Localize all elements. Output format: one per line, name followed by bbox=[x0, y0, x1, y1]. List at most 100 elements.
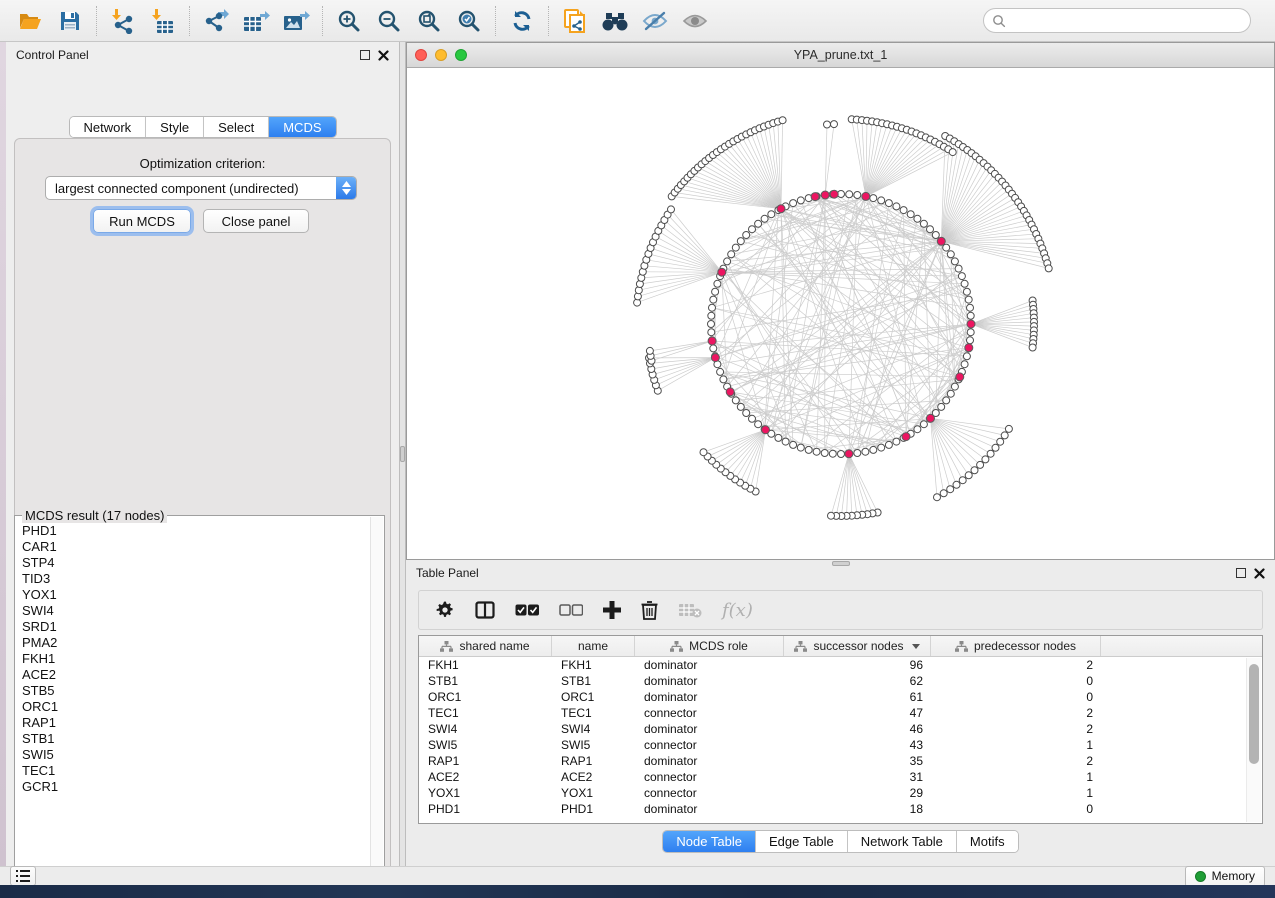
graph-node[interactable] bbox=[932, 232, 939, 239]
graph-node[interactable] bbox=[846, 191, 853, 198]
graph-leaf-node[interactable] bbox=[940, 490, 947, 497]
graph-hub-node[interactable] bbox=[708, 337, 716, 345]
graph-node[interactable] bbox=[710, 296, 717, 303]
splitter-handle[interactable] bbox=[400, 446, 405, 462]
graph-node[interactable] bbox=[755, 220, 762, 227]
network-titlebar[interactable]: YPA_prune.txt_1 bbox=[407, 43, 1274, 68]
table-row[interactable]: SWI5SWI5connector431 bbox=[419, 737, 1262, 753]
zoom-fit-icon[interactable] bbox=[409, 4, 449, 38]
graph-leaf-node[interactable] bbox=[700, 449, 707, 456]
task-history-button[interactable] bbox=[10, 866, 36, 886]
tab-select[interactable]: Select bbox=[204, 117, 269, 137]
graph-hub-node[interactable] bbox=[845, 450, 853, 458]
import-network-icon[interactable] bbox=[103, 4, 143, 38]
graph-node[interactable] bbox=[958, 273, 965, 280]
network-canvas[interactable] bbox=[407, 68, 1274, 559]
export-table-icon[interactable] bbox=[236, 4, 276, 38]
graph-node[interactable] bbox=[749, 415, 756, 422]
graph-leaf-node[interactable] bbox=[965, 472, 972, 479]
optimization-criterion-dropdown[interactable]: largest connected component (undirected) bbox=[45, 176, 357, 200]
graph-hub-node[interactable] bbox=[967, 320, 975, 328]
graph-node[interactable] bbox=[709, 304, 716, 311]
graph-leaf-node[interactable] bbox=[987, 450, 994, 457]
mcds-result-item[interactable]: STP4 bbox=[16, 555, 370, 571]
graph-node[interactable] bbox=[878, 444, 885, 451]
table-scrollbar-thumb[interactable] bbox=[1249, 664, 1259, 764]
graph-leaf-node[interactable] bbox=[953, 481, 960, 488]
graph-node[interactable] bbox=[724, 258, 731, 265]
table-row[interactable]: TEC1TEC1connector472 bbox=[419, 705, 1262, 721]
function-builder-icon[interactable]: f(x) bbox=[722, 600, 753, 621]
eye-icon[interactable] bbox=[675, 4, 715, 38]
graph-node[interactable] bbox=[961, 280, 968, 287]
graph-leaf-node[interactable] bbox=[971, 467, 978, 474]
graph-node[interactable] bbox=[743, 410, 750, 417]
tab-style[interactable]: Style bbox=[146, 117, 204, 137]
graph-node[interactable] bbox=[965, 296, 972, 303]
graph-leaf-node[interactable] bbox=[992, 444, 999, 451]
graph-node[interactable] bbox=[943, 397, 950, 404]
search-input[interactable] bbox=[1011, 14, 1242, 28]
graph-hub-node[interactable] bbox=[902, 433, 910, 441]
graph-leaf-node[interactable] bbox=[949, 149, 956, 156]
unchecked-boxes-icon[interactable] bbox=[559, 595, 583, 625]
mcds-result-item[interactable]: GCR1 bbox=[16, 779, 370, 795]
graph-hub-node[interactable] bbox=[830, 190, 838, 198]
graph-node[interactable] bbox=[854, 450, 861, 457]
graph-hub-node[interactable] bbox=[762, 426, 770, 434]
graph-leaf-node[interactable] bbox=[997, 438, 1004, 445]
graph-hub-node[interactable] bbox=[777, 205, 785, 213]
horizontal-splitter-handle[interactable] bbox=[832, 561, 850, 566]
mcds-result-item[interactable]: PMA2 bbox=[16, 635, 370, 651]
mcds-list-scrollbar[interactable] bbox=[370, 517, 383, 879]
table-scrollbar[interactable] bbox=[1246, 658, 1261, 822]
graph-node[interactable] bbox=[717, 368, 724, 375]
graph-leaf-node[interactable] bbox=[1005, 425, 1012, 432]
graph-node[interactable] bbox=[927, 226, 934, 233]
graph-node[interactable] bbox=[732, 244, 739, 251]
graph-node[interactable] bbox=[790, 200, 797, 207]
graph-node[interactable] bbox=[920, 220, 927, 227]
table-row[interactable]: SWI4SWI4dominator462 bbox=[419, 721, 1262, 737]
trash-icon[interactable] bbox=[641, 595, 658, 625]
graph-hub-node[interactable] bbox=[937, 237, 945, 245]
memory-button[interactable]: Memory bbox=[1185, 866, 1265, 887]
tab-network-table[interactable]: Network Table bbox=[848, 831, 957, 852]
column-header-name[interactable]: name bbox=[552, 636, 635, 656]
eye-slash-icon[interactable] bbox=[635, 4, 675, 38]
graph-hub-node[interactable] bbox=[965, 344, 973, 352]
table-row[interactable]: RAP1RAP1dominator352 bbox=[419, 753, 1262, 769]
graph-node[interactable] bbox=[893, 438, 900, 445]
graph-node[interactable] bbox=[900, 207, 907, 214]
graph-node[interactable] bbox=[708, 312, 715, 319]
graph-node[interactable] bbox=[938, 403, 945, 410]
graph-node[interactable] bbox=[951, 383, 958, 390]
graph-node[interactable] bbox=[967, 304, 974, 311]
graph-hub-node[interactable] bbox=[821, 191, 829, 199]
graph-node[interactable] bbox=[947, 251, 954, 258]
graph-node[interactable] bbox=[790, 441, 797, 448]
save-icon[interactable] bbox=[50, 4, 90, 38]
graph-node[interactable] bbox=[797, 197, 804, 204]
graph-node[interactable] bbox=[967, 312, 974, 319]
graph-node[interactable] bbox=[893, 203, 900, 210]
graph-hub-node[interactable] bbox=[726, 388, 734, 396]
graph-node[interactable] bbox=[749, 226, 756, 233]
search-box[interactable] bbox=[983, 8, 1251, 33]
tab-network[interactable]: Network bbox=[69, 117, 146, 137]
graph-node[interactable] bbox=[797, 444, 804, 451]
graph-leaf-node[interactable] bbox=[959, 477, 966, 484]
tab-motifs[interactable]: Motifs bbox=[957, 831, 1018, 852]
mcds-result-item[interactable]: ORC1 bbox=[16, 699, 370, 715]
graph-node[interactable] bbox=[737, 403, 744, 410]
graph-node[interactable] bbox=[821, 450, 828, 457]
graph-node[interactable] bbox=[967, 337, 974, 344]
graph-node[interactable] bbox=[951, 258, 958, 265]
graph-node[interactable] bbox=[914, 426, 921, 433]
graph-node[interactable] bbox=[862, 448, 869, 455]
delete-table-icon[interactable] bbox=[678, 595, 702, 625]
graph-node[interactable] bbox=[885, 441, 892, 448]
mcds-result-item[interactable]: TID3 bbox=[16, 571, 370, 587]
graph-node[interactable] bbox=[920, 421, 927, 428]
graph-leaf-node[interactable] bbox=[1029, 344, 1036, 351]
